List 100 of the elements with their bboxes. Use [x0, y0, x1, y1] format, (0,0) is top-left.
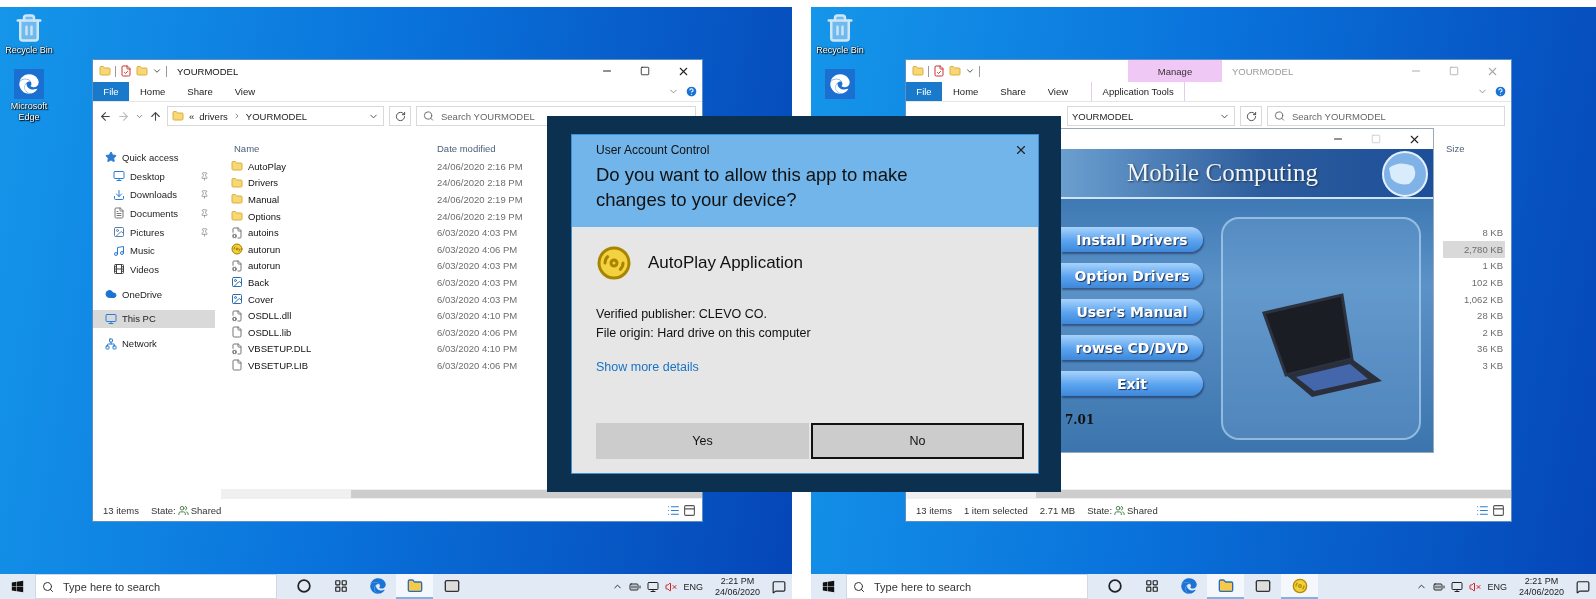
date-cell-text: 24/06/2020 2:16 PM	[436, 160, 523, 172]
size-cell-text: 102 KB	[1470, 275, 1504, 290]
battery-icon[interactable]	[629, 580, 642, 593]
address-overflow[interactable]: «	[189, 110, 195, 122]
file-name[interactable]: AutoPlay	[231, 160, 434, 173]
date-cell-text: 6/03/2020 4:06 PM	[436, 243, 518, 255]
windows-logo-icon	[11, 580, 24, 593]
up-arrow-icon[interactable]	[149, 109, 162, 123]
search-field[interactable]: Search YOURMODEL	[1267, 106, 1505, 126]
contextual-tab[interactable]: Application Tools	[1091, 82, 1186, 101]
network-icon[interactable]	[647, 580, 660, 593]
properties-icon[interactable]	[120, 65, 132, 77]
file-name[interactable]: Options	[231, 210, 434, 223]
file-name[interactable]: OSDLL.lib	[231, 326, 434, 339]
properties-icon[interactable]	[933, 65, 945, 77]
ribbon-tab[interactable]: Home	[942, 82, 990, 101]
file-name[interactable]: VBSETUP.DLL	[231, 342, 434, 355]
edge-icon	[369, 577, 386, 594]
refresh-icon	[1245, 110, 1257, 122]
scrollbar-thumb[interactable]	[1036, 490, 1511, 498]
address-bar[interactable]: « drivers YOURMODEL	[167, 106, 384, 126]
search-field[interactable]: Type here to search	[35, 574, 277, 599]
folder-icon	[1217, 577, 1234, 594]
file-name[interactable]: autoins	[231, 226, 434, 239]
back-arrow-icon[interactable]	[99, 109, 112, 123]
selection-size: 2.71 MB	[1039, 504, 1076, 516]
star-icon	[105, 151, 117, 164]
nav-item[interactable]: This PC	[93, 309, 215, 329]
ribbon-tab[interactable]: Home	[129, 82, 177, 101]
large-icons-view-icon[interactable]	[683, 503, 696, 517]
file-name[interactable]: Manual	[231, 193, 434, 206]
nav-item[interactable]: Documents	[93, 204, 215, 223]
date-cell-text: 6/03/2020 4:06 PM	[436, 326, 518, 338]
nav-item[interactable]: Downloads	[93, 185, 215, 205]
date-cell-text: 6/03/2020 4:10 PM	[436, 310, 518, 322]
image-file-icon	[231, 293, 243, 306]
document-icon	[113, 207, 125, 220]
dropdown-icon[interactable]	[965, 66, 975, 76]
column-header[interactable]: Size	[1443, 142, 1503, 154]
file-name[interactable]: autorun	[231, 243, 434, 256]
clock[interactable]: 2:21 PM 24/06/2020	[708, 576, 766, 597]
file-tab[interactable]: File	[93, 82, 129, 101]
state-value: Shared	[1127, 504, 1158, 516]
date-cell-text: 24/06/2020 2:19 PM	[436, 210, 523, 222]
dropdown-icon[interactable]	[152, 66, 162, 76]
address-bar[interactable]: YOURMODEL	[1067, 106, 1235, 126]
file-name[interactable]: VBSETUP.LIB	[231, 359, 434, 372]
nav-item[interactable]: Network	[93, 334, 215, 353]
volume-muted-icon[interactable]	[665, 580, 678, 593]
details-view-icon[interactable]	[1476, 503, 1489, 517]
refresh-button[interactable]	[389, 106, 411, 126]
help-icon[interactable]	[1494, 85, 1507, 98]
nav-item[interactable]: Videos	[93, 260, 215, 279]
edge-icon[interactable]	[825, 69, 855, 100]
file-name[interactable]: Back	[231, 276, 434, 289]
ribbon-tab[interactable]: View	[223, 82, 267, 101]
clock[interactable]: 2:21 PM 24/06/2020	[1512, 576, 1570, 597]
column-header[interactable]: Name	[231, 142, 434, 154]
breadcrumb[interactable]: YOURMODEL	[1072, 110, 1134, 122]
dialog-button[interactable]: No	[811, 423, 1024, 459]
recycle-bin-icon[interactable]	[14, 13, 44, 43]
file-name[interactable]: autorun	[231, 259, 434, 272]
file-origin-text: File origin: Hard drive on this computer	[596, 324, 812, 342]
recycle-bin-icon[interactable]	[825, 13, 855, 43]
language-indicator[interactable]: ENG	[683, 581, 703, 592]
file-tab[interactable]: File	[906, 82, 942, 101]
refresh-button[interactable]	[1240, 106, 1262, 126]
picture-icon	[113, 226, 125, 239]
help-icon[interactable]	[685, 85, 698, 98]
network-icon[interactable]	[1451, 580, 1464, 593]
dialog-question: Do you want to allow this app to make changes to your device?	[596, 163, 909, 212]
dialog-button[interactable]: Yes	[596, 423, 809, 459]
volume-muted-icon[interactable]	[1469, 580, 1482, 593]
window-title: YOURMODEL	[1232, 65, 1294, 77]
notification-icon[interactable]	[772, 579, 786, 594]
nav-item[interactable]: Quick access	[93, 148, 215, 167]
notification-icon[interactable]	[1576, 579, 1590, 594]
details-view-icon[interactable]	[667, 503, 680, 517]
edge-icon[interactable]	[14, 69, 44, 100]
file-name[interactable]: Cover	[231, 293, 434, 306]
file-name[interactable]: Drivers	[231, 176, 434, 189]
breadcrumb[interactable]: YOURMODEL	[245, 110, 308, 122]
breadcrumb[interactable]: drivers	[199, 110, 228, 122]
nav-item[interactable]: Desktop	[93, 166, 215, 186]
close-button[interactable]	[1014, 143, 1028, 157]
large-icons-view-icon[interactable]	[1492, 503, 1505, 517]
date-cell-text: 6/03/2020 4:06 PM	[436, 359, 518, 371]
ribbon-tab[interactable]: View	[1036, 82, 1080, 101]
ribbon-tab[interactable]: Share	[989, 82, 1037, 101]
language-indicator[interactable]: ENG	[1487, 581, 1507, 592]
search-field[interactable]: Type here to search	[846, 574, 1088, 599]
ribbon-tab[interactable]: Share	[176, 82, 224, 101]
nav-item[interactable]: OneDrive	[93, 284, 215, 304]
close-icon	[1014, 143, 1028, 157]
nav-item[interactable]: Pictures	[93, 222, 215, 242]
battery-icon[interactable]	[1433, 580, 1446, 593]
nav-item[interactable]: Music	[93, 241, 215, 261]
search-icon	[1274, 110, 1285, 122]
show-details-link[interactable]: Show more details	[596, 360, 699, 375]
file-name[interactable]: OSDLL.dll	[231, 309, 434, 322]
